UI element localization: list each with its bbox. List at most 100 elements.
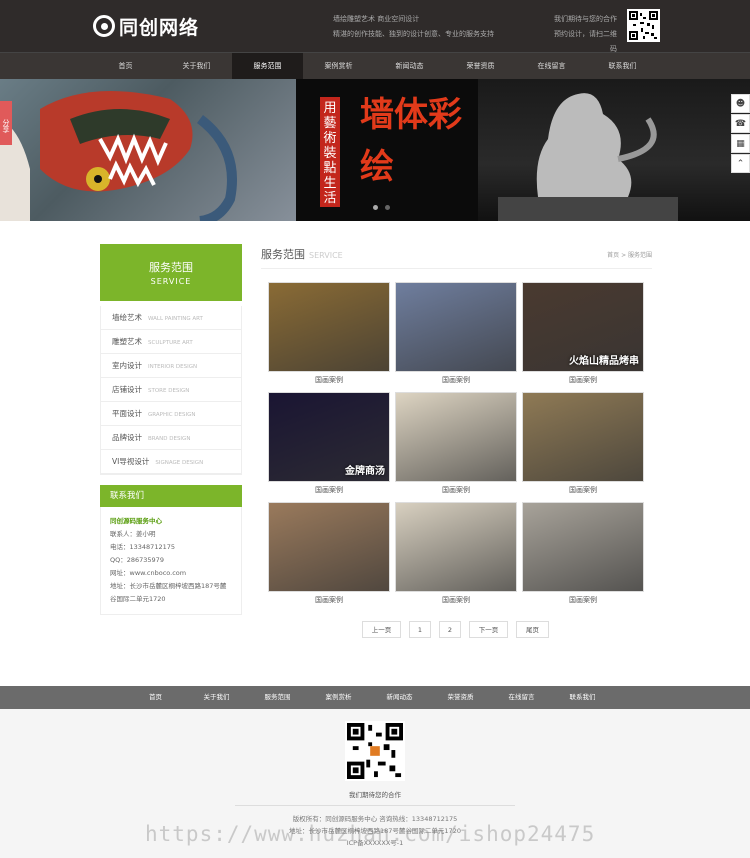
footer-invite: 我们期待您的合作 — [349, 791, 401, 799]
nav-item-honors[interactable]: 荣誉资质 — [445, 53, 516, 80]
case-thumbnail[interactable] — [268, 502, 390, 592]
case-item[interactable]: 金牌商汤国画案例 — [268, 392, 390, 495]
slogan-line-2: 精湛的创作技能、独到的设计创意、专业的服务支持 — [333, 30, 494, 38]
footer-nav-message[interactable]: 在线留言 — [491, 686, 552, 709]
case-caption[interactable]: 国画案例 — [395, 485, 517, 495]
sidebar-item-en: GRAPHIC DESIGN — [148, 412, 196, 418]
qr-small-icon[interactable]: ▦ — [731, 134, 750, 153]
hero-banner[interactable]: 用藝術裝點生活 墙体彩绘 — [0, 79, 750, 221]
banner-poster-vertical: 用藝術裝點生活 — [320, 97, 340, 207]
case-thumbnail[interactable]: 金牌商汤 — [268, 392, 390, 482]
footer-nav-honors[interactable]: 荣誉资质 — [430, 686, 491, 709]
sidebar-item-store[interactable]: 店铺设计 STORE DESIGN — [101, 378, 241, 402]
share-tab[interactable]: 分享 — [0, 101, 12, 145]
contact-site[interactable]: 网址：www.cnboco.com — [110, 567, 232, 580]
sidebar-item-en: SIGNAGE DESIGN — [155, 460, 204, 466]
case-item[interactable]: 国画案例 — [522, 502, 644, 605]
sidebar-item-en: SCULPTURE ART — [148, 340, 193, 346]
banner-pagination — [373, 205, 390, 210]
case-item[interactable]: 国画案例 — [395, 282, 517, 385]
case-thumbnail-text: 金牌商汤 — [345, 466, 385, 477]
contact-info: 同创源码服务中心 联系人：姜小明 电话：13348712175 QQ：28673… — [100, 507, 242, 615]
title-divider — [261, 268, 652, 269]
banner-dot-2[interactable] — [385, 205, 390, 210]
main-nav: 首页 关于我们 服务范围 案例赏析 新闻动态 荣誉资质 在线留言 联系我们 — [0, 52, 750, 80]
sidebar-item-label: 店铺设计 — [112, 385, 142, 394]
sidebar-title: 服务范围 — [149, 261, 193, 274]
sidebar-item-label: 平面设计 — [112, 409, 142, 418]
nav-item-about[interactable]: 关于我们 — [161, 53, 232, 80]
logo[interactable]: 同创网络 — [93, 14, 200, 39]
case-item[interactable]: 国画案例 — [268, 282, 390, 385]
sidebar-item-label: VI导视设计 — [112, 457, 150, 466]
contact-phone: 电话：13348712175 — [110, 543, 175, 551]
case-item[interactable]: 国画案例 — [268, 502, 390, 605]
banner-poster-title: 墙体彩绘 — [360, 95, 462, 187]
nav-item-home[interactable]: 首页 — [90, 53, 161, 80]
case-caption[interactable]: 国画案例 — [268, 375, 390, 385]
sidebar-item-sculpture[interactable]: 雕塑艺术 SCULPTURE ART — [101, 330, 241, 354]
sidebar-item-signage[interactable]: VI导视设计 SIGNAGE DESIGN — [101, 450, 241, 474]
contact-qq: QQ：286735979 — [110, 556, 164, 564]
breadcrumb[interactable]: 首页 > 服务范围 — [560, 250, 652, 259]
sidebar-item-label: 品牌设计 — [112, 433, 142, 442]
qq-icon[interactable]: ☻ — [731, 94, 750, 113]
sidebar-item-label: 雕塑艺术 — [112, 337, 142, 346]
case-caption[interactable]: 国画案例 — [268, 595, 390, 605]
sidebar-item-brand[interactable]: 品牌设计 BRAND DESIGN — [101, 426, 241, 450]
footer-nav-news[interactable]: 新闻动态 — [369, 686, 430, 709]
contact-address: 地址：长沙市岳麓区桐梓坡西路187号麓谷国际二单元1720 — [110, 582, 227, 603]
footer-nav: 首页 关于我们 服务范围 案例赏析 新闻动态 荣誉资质 在线留言 联系我们 — [0, 686, 750, 709]
contact-header: 联系我们 — [100, 485, 242, 507]
case-item[interactable]: 火焰山精品烤串国画案例 — [522, 282, 644, 385]
footer-nav-contact[interactable]: 联系我们 — [552, 686, 613, 709]
case-caption[interactable]: 国画案例 — [395, 375, 517, 385]
nav-item-message[interactable]: 在线留言 — [516, 53, 587, 80]
case-caption[interactable]: 国画案例 — [522, 595, 644, 605]
nav-item-contact[interactable]: 联系我们 — [587, 53, 658, 80]
case-thumbnail[interactable] — [268, 282, 390, 372]
footer-nav-cases[interactable]: 案例赏析 — [308, 686, 369, 709]
contact-person: 联系人：姜小明 — [110, 530, 156, 538]
header-contact-line-1: 我们期待与您的合作 — [554, 15, 617, 23]
phone-icon[interactable]: ☎ — [731, 114, 750, 133]
footer-nav-service[interactable]: 服务范围 — [247, 686, 308, 709]
nav-item-news[interactable]: 新闻动态 — [374, 53, 445, 80]
watermark-text: https://www.huzhan.com/ishop24475 — [145, 822, 596, 846]
banner-sculpture — [478, 79, 750, 221]
page-2-button[interactable]: 2 — [439, 621, 461, 638]
case-item[interactable]: 国画案例 — [395, 502, 517, 605]
case-caption[interactable]: 国画案例 — [522, 375, 644, 385]
footer-nav-about[interactable]: 关于我们 — [186, 686, 247, 709]
case-thumbnail[interactable]: 火焰山精品烤串 — [522, 282, 644, 372]
banner-dragon-mural — [0, 79, 296, 221]
last-page-button[interactable]: 尾页 — [516, 621, 549, 638]
case-caption[interactable]: 国画案例 — [268, 485, 390, 495]
back-to-top-icon[interactable]: ⌃ — [731, 154, 750, 173]
nav-item-service[interactable]: 服务范围 — [232, 53, 303, 80]
prev-page-button[interactable]: 上一页 — [362, 621, 401, 638]
site-header: 同创网络 墙绘雕塑艺术 商业空间设计 精湛的创作技能、独到的设计创意、专业的服务… — [0, 0, 750, 53]
slogan: 墙绘雕塑艺术 商业空间设计 精湛的创作技能、独到的设计创意、专业的服务支持 — [333, 12, 494, 42]
case-caption[interactable]: 国画案例 — [395, 595, 517, 605]
case-thumbnail[interactable] — [522, 392, 644, 482]
banner-dot-1[interactable] — [373, 205, 378, 210]
next-page-button[interactable]: 下一页 — [469, 621, 508, 638]
case-item[interactable]: 国画案例 — [522, 392, 644, 495]
case-thumbnail[interactable] — [395, 282, 517, 372]
floating-toolbar: ☻ ☎ ▦ ⌃ — [731, 94, 750, 173]
sidebar-item-wall-painting[interactable]: 墙绘艺术 WALL PAINTING ART — [101, 306, 241, 330]
sidebar-header: 服务范围 SERVICE — [100, 244, 242, 301]
footer-nav-home[interactable]: 首页 — [125, 686, 186, 709]
case-thumbnail[interactable] — [522, 502, 644, 592]
sidebar-item-graphic[interactable]: 平面设计 GRAPHIC DESIGN — [101, 402, 241, 426]
case-thumbnail[interactable] — [395, 392, 517, 482]
logo-text: 同创网络 — [119, 16, 200, 39]
nav-item-cases[interactable]: 案例赏析 — [303, 53, 374, 80]
case-thumbnail[interactable] — [395, 502, 517, 592]
page-1-button[interactable]: 1 — [409, 621, 431, 638]
case-caption[interactable]: 国画案例 — [522, 485, 644, 495]
sidebar-item-en: INTERIOR DESIGN — [148, 364, 198, 370]
sidebar-item-interior[interactable]: 室内设计 INTERIOR DESIGN — [101, 354, 241, 378]
case-item[interactable]: 国画案例 — [395, 392, 517, 495]
